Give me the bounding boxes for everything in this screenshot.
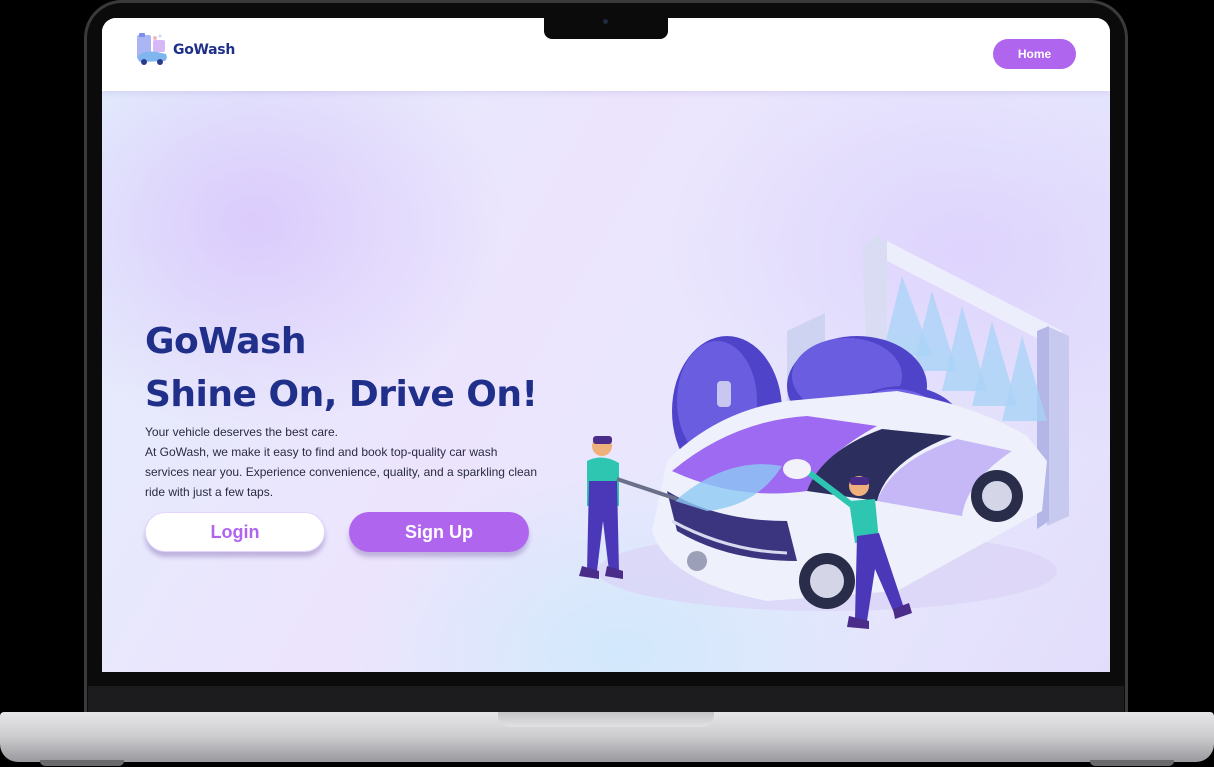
laptop-bezel	[88, 686, 1124, 714]
logo-text: GoWash	[173, 42, 235, 58]
car-wash-illustration	[579, 236, 1069, 629]
logo[interactable]: GoWash	[135, 32, 235, 68]
laptop-foot-right	[1090, 760, 1174, 766]
screen: GoWash Home GoWash Shine On, Drive On! Y…	[102, 18, 1110, 672]
hero-section: GoWash Shine On, Drive On! Your vehicle …	[102, 91, 1110, 672]
hero-title: GoWash Shine On, Drive On!	[145, 315, 538, 421]
hero-description: Your vehicle deserves the best care. At …	[145, 422, 540, 502]
home-button[interactable]: Home	[993, 39, 1076, 69]
hero-title-brand: GoWash	[145, 321, 307, 362]
hero-title-tagline: Shine On, Drive On!	[145, 374, 538, 415]
login-button[interactable]: Login	[145, 512, 325, 552]
signup-button[interactable]: Sign Up	[349, 512, 529, 552]
hero-description-line1: Your vehicle deserves the best care.	[145, 425, 339, 439]
camera-icon	[603, 19, 608, 24]
hero-description-line2: At GoWash, we make it easy to find and b…	[145, 445, 538, 499]
laptop-hinge-notch	[498, 712, 714, 727]
car-wash-logo-icon	[137, 33, 167, 65]
laptop-foot-left	[40, 760, 124, 766]
